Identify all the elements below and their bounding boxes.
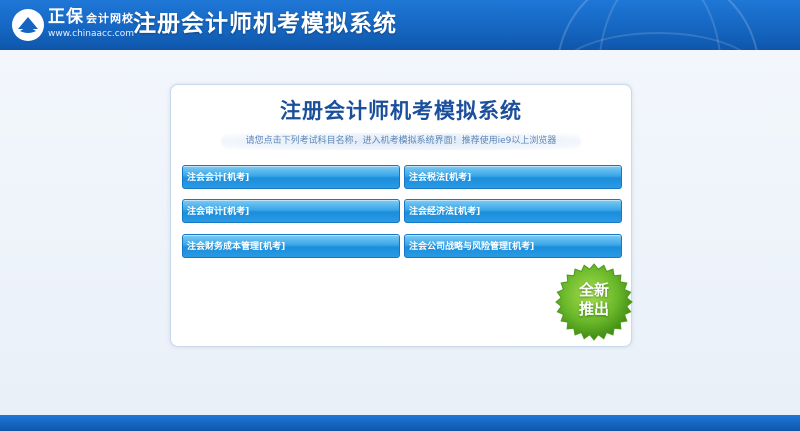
badge-line-2: 推出 [578, 300, 609, 318]
logo-name: 正保 [48, 7, 84, 27]
new-launch-badge: 全新 推出 [554, 262, 634, 342]
exam-button-accounting[interactable]: 注会会计[机考] [182, 165, 400, 189]
exam-panel: 注册会计师机考模拟系统 请您点击下列考试科目名称，进入机考模拟系统界面！推荐使用… [170, 84, 634, 347]
panel-title: 注册会计师机考模拟系统 [280, 99, 522, 123]
header-title: 注册会计师机考模拟系统 [133, 11, 397, 37]
header-bar: 正保 会计网校 www.chinaacc.com 注册会计师机考模拟系统 [0, 0, 800, 50]
exam-button-financial-cost-management[interactable]: 注会财务成本管理[机考] [182, 234, 400, 258]
footer-bar [0, 415, 800, 431]
logo-url: www.chinaacc.com [48, 29, 134, 39]
logo-sub: 会计网校 [86, 12, 134, 25]
globe-decoration [556, 0, 760, 50]
badge-line-1: 全新 [578, 281, 609, 299]
exam-button-corporate-strategy[interactable]: 注会公司战略与风险管理[机考] [404, 234, 622, 258]
exam-button-tax-law[interactable]: 注会税法[机考] [404, 165, 622, 189]
panel-subtitle: 请您点击下列考试科目名称，进入机考模拟系统界面！推荐使用ie9以上浏览器 [221, 133, 581, 150]
logo[interactable]: 正保 会计网校 www.chinaacc.com [48, 7, 134, 40]
exam-button-economic-law[interactable]: 注会经济法[机考] [404, 199, 622, 223]
exam-button-audit[interactable]: 注会审计[机考] [182, 199, 400, 223]
logo-icon [12, 9, 44, 41]
